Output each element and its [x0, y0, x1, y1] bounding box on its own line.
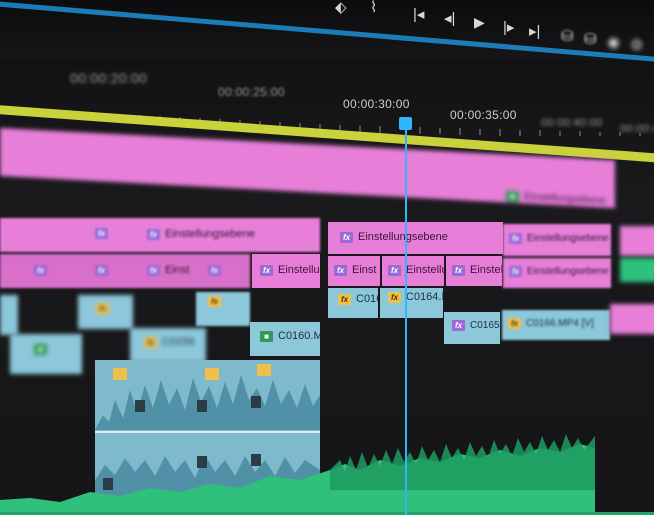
fx-icon: fx — [260, 264, 273, 276]
fx-icon: fx — [338, 293, 351, 305]
go-to-in-icon[interactable]: |◂ — [413, 7, 424, 22]
video-clip[interactable] — [0, 295, 18, 335]
clip-label: fxC0165.M — [452, 320, 500, 331]
mark-out-icon[interactable]: ⌇ — [370, 0, 377, 15]
ruler-timecode: 00:00:20:00 — [70, 70, 148, 86]
fx-icon: fx — [147, 264, 160, 276]
adjustment-layer-clip[interactable] — [620, 226, 654, 256]
fx-icon: fx — [388, 264, 401, 276]
video-clip[interactable] — [620, 258, 654, 282]
video-clip[interactable]: ■ C0160.M — [250, 322, 320, 356]
video-clip[interactable]: fx C0159 — [130, 328, 206, 362]
settings-icon[interactable]: ⚙ — [630, 38, 643, 53]
play-icon[interactable]: ▶ — [474, 15, 485, 29]
fx-icon: fx — [388, 291, 401, 303]
adjustment-layer-clip[interactable]: fx Einstellungsebene — [328, 222, 503, 254]
step-forward-icon[interactable]: |▸ — [503, 20, 514, 35]
export-frame-icon[interactable]: ◉ — [607, 35, 620, 50]
adjustment-layer-clip[interactable]: fx Einst — [328, 256, 380, 286]
fx-icon: fx — [96, 303, 109, 314]
adjustment-layer-clip[interactable]: fx Einstellungsebene — [503, 224, 611, 256]
clip-label: fx Einst — [334, 264, 376, 276]
fx-icon: fx — [208, 296, 221, 307]
fx-icon: fx — [340, 231, 353, 243]
clip-effect-icon: ■ — [506, 190, 519, 203]
transport-bar: ⬖ ⌇ |◂ ◂| ▶ |▸ ▸| ⛁ ⛁ ◉ ⚙ — [0, 0, 654, 66]
clip-label: fxC0164.MP — [388, 291, 443, 303]
clip-label: fxEinstellu — [260, 264, 320, 276]
clip-label: fx Einst — [147, 264, 189, 276]
panel-divider — [0, 0, 654, 66]
clip-label: fx C0166.MP4 [V] — [508, 318, 594, 329]
playhead-line[interactable] — [405, 125, 407, 515]
adjustment-layer-clip[interactable]: fx Einstellungsebene — [503, 258, 611, 288]
fx-icon: fx — [144, 336, 157, 348]
clip-label: fx Einstellungsebene — [340, 231, 448, 243]
fx-icon: fx — [452, 320, 465, 331]
fx-icon: fx — [334, 264, 347, 276]
adjustment-layer-clip[interactable] — [610, 304, 654, 334]
adjustment-layer-clip[interactable]: fxEinstellun — [382, 256, 444, 286]
adjustment-layer-clip[interactable]: fxEinstellu — [252, 254, 320, 288]
video-clip[interactable]: fx — [196, 292, 250, 326]
video-clip[interactable]: fxC0164.MP — [380, 288, 443, 318]
fx-icon: fx — [509, 233, 522, 244]
clip-label: ■ C0160.M — [260, 330, 320, 342]
clip-label: fxC016 — [338, 293, 378, 305]
fx-icon: fx — [95, 265, 108, 276]
mark-in-icon[interactable]: ⬖ — [335, 0, 347, 15]
video-clip[interactable]: fxC016 — [328, 288, 378, 318]
clip-label: fx C0159 — [144, 336, 194, 348]
clip-label: fx Einstellungsebene — [509, 266, 609, 277]
video-clip[interactable]: fxC0165.M — [444, 312, 500, 344]
fx-icon: fx — [34, 265, 47, 276]
step-back-icon[interactable]: ◂| — [444, 11, 455, 26]
adjustment-layer-clip[interactable]: fxEinstellu — [446, 256, 502, 286]
timeline-panel: ⬖ ⌇ |◂ ◂| ▶ |▸ ▸| ⛁ ⛁ ◉ ⚙ 00:00:20:00 00… — [0, 0, 654, 515]
video-clip[interactable]: fx — [78, 295, 133, 329]
clip-effect-icon: ■ — [260, 330, 273, 342]
fx-icon: fx — [208, 265, 221, 276]
fx-icon: fx — [508, 318, 521, 329]
fx-icon: fx — [452, 264, 465, 276]
video-clip[interactable]: fx C0166.MP4 [V] — [502, 310, 610, 340]
fx-icon: fx — [95, 228, 108, 239]
audio-track-clip[interactable] — [0, 430, 654, 515]
fx-icon: fx — [147, 228, 160, 240]
clip-label: fxEinstellu — [452, 264, 502, 276]
fx-icon: fx — [509, 266, 522, 277]
clip-label: fx Einstellungsebene — [147, 228, 255, 240]
adjustment-layer-label: ■ Einstellungsebene — [506, 190, 606, 207]
clip-label: fxEinstellun — [388, 264, 444, 276]
lift-icon[interactable]: ⛁ — [561, 29, 574, 44]
adjustment-layer-clip[interactable]: fx Einstellungsebene fx — [0, 218, 320, 252]
adjustment-layer-clip[interactable]: ■ Einstellungsebene — [0, 128, 615, 209]
video-clip[interactable]: ■ — [10, 334, 82, 374]
adjustment-layer-clip[interactable]: fx fx fx Einst fx — [0, 254, 250, 288]
ruler-timecode: 00:00:25:00 — [218, 85, 285, 99]
go-to-out-icon[interactable]: ▸| — [529, 24, 540, 39]
clip-label: fx Einstellungsebene — [509, 233, 609, 244]
playhead-handle[interactable] — [399, 117, 412, 130]
extract-icon[interactable]: ⛁ — [584, 32, 597, 47]
clip-effect-icon: ■ — [34, 344, 47, 355]
